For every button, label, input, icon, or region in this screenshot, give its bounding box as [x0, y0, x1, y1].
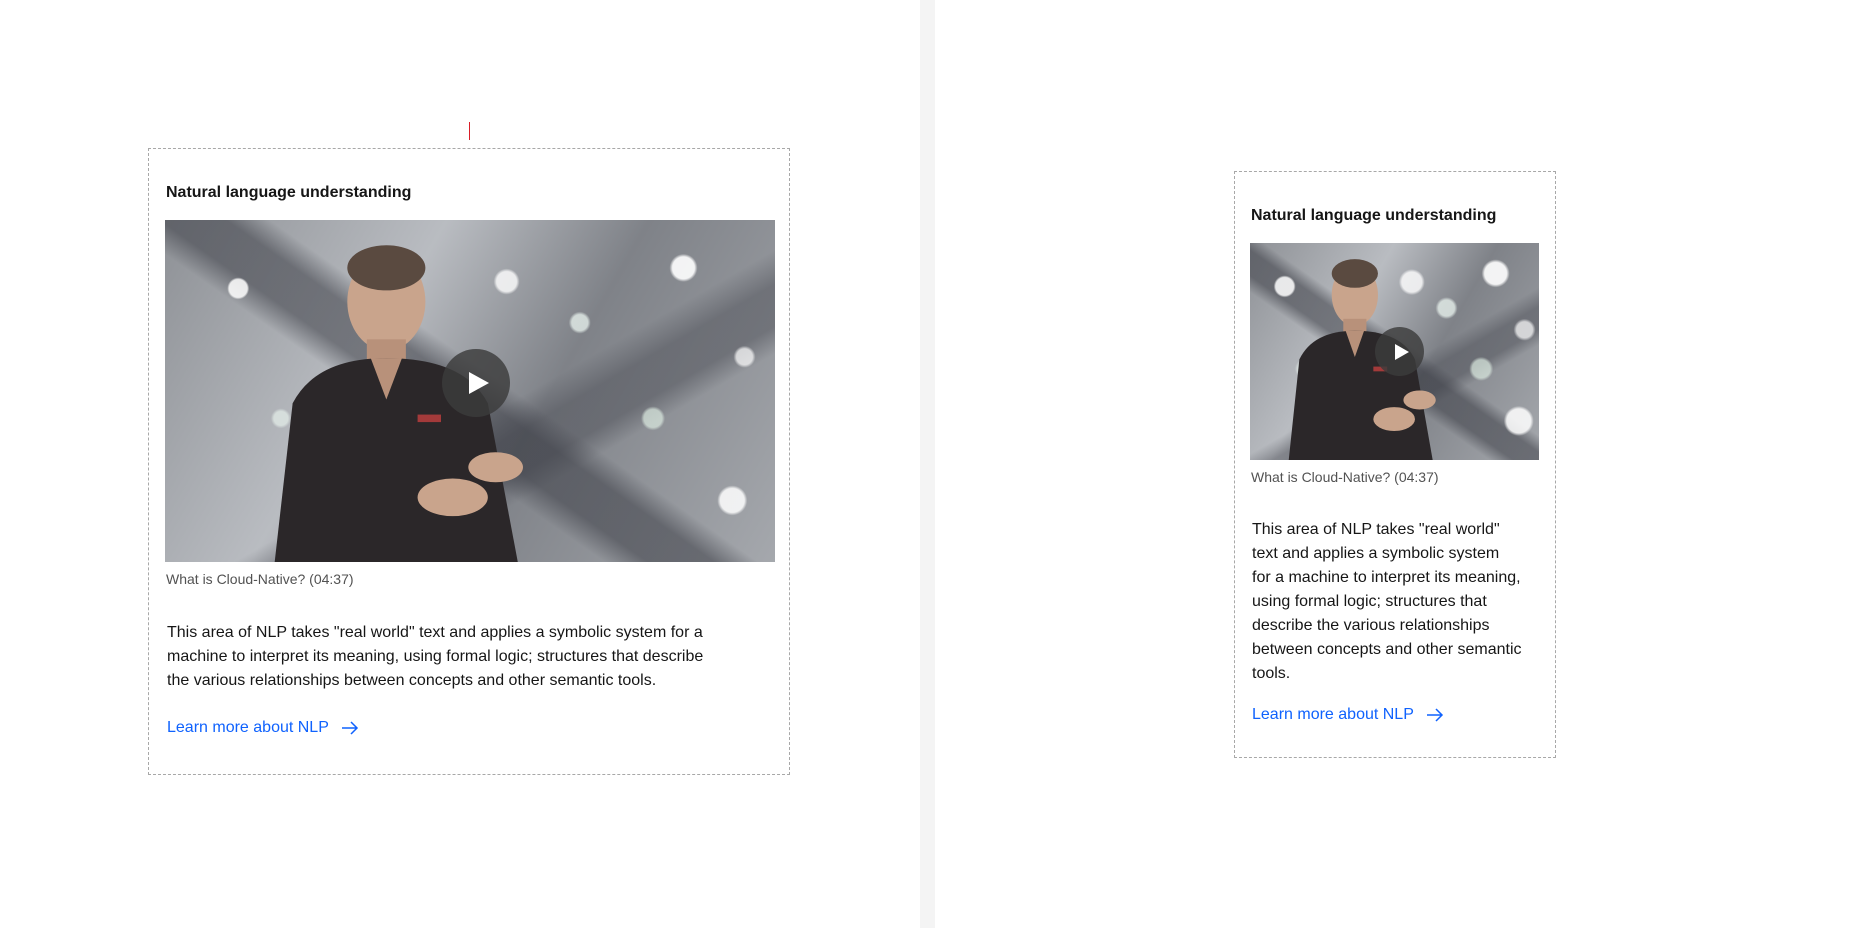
arrow-right-icon — [341, 720, 359, 736]
learn-more-link[interactable]: Learn more about NLP — [167, 717, 359, 739]
arrow-right-icon — [1426, 707, 1444, 723]
pane-divider[interactable] — [920, 0, 935, 928]
learn-more-link-label: Learn more about NLP — [1252, 706, 1414, 723]
video-thumbnail[interactable] — [1250, 243, 1539, 460]
focus-indicator — [469, 122, 470, 140]
video-card-wide: Natural language understanding What is C… — [148, 148, 790, 775]
video-caption: What is Cloud-Native? (04:37) — [166, 571, 354, 587]
speaker-figure — [238, 234, 628, 562]
play-button[interactable] — [1375, 327, 1424, 376]
card-title: Natural language understanding — [1251, 207, 1497, 224]
video-caption: What is Cloud-Native? (04:37) — [1251, 469, 1439, 485]
card-description: This area of NLP takes "real world" text… — [1252, 521, 1522, 682]
play-button[interactable] — [442, 349, 510, 417]
card-description: This area of NLP takes "real world" text… — [167, 624, 704, 689]
play-icon — [468, 372, 489, 394]
left-preview-pane: Natural language understanding What is C… — [0, 0, 920, 928]
card-title: Natural language understanding — [166, 184, 412, 201]
video-card-narrow: Natural language understanding What is C… — [1234, 171, 1556, 758]
video-thumbnail[interactable] — [165, 220, 775, 562]
play-icon — [1394, 343, 1409, 360]
learn-more-link[interactable]: Learn more about NLP — [1252, 704, 1444, 726]
learn-more-link-label: Learn more about NLP — [167, 719, 329, 736]
